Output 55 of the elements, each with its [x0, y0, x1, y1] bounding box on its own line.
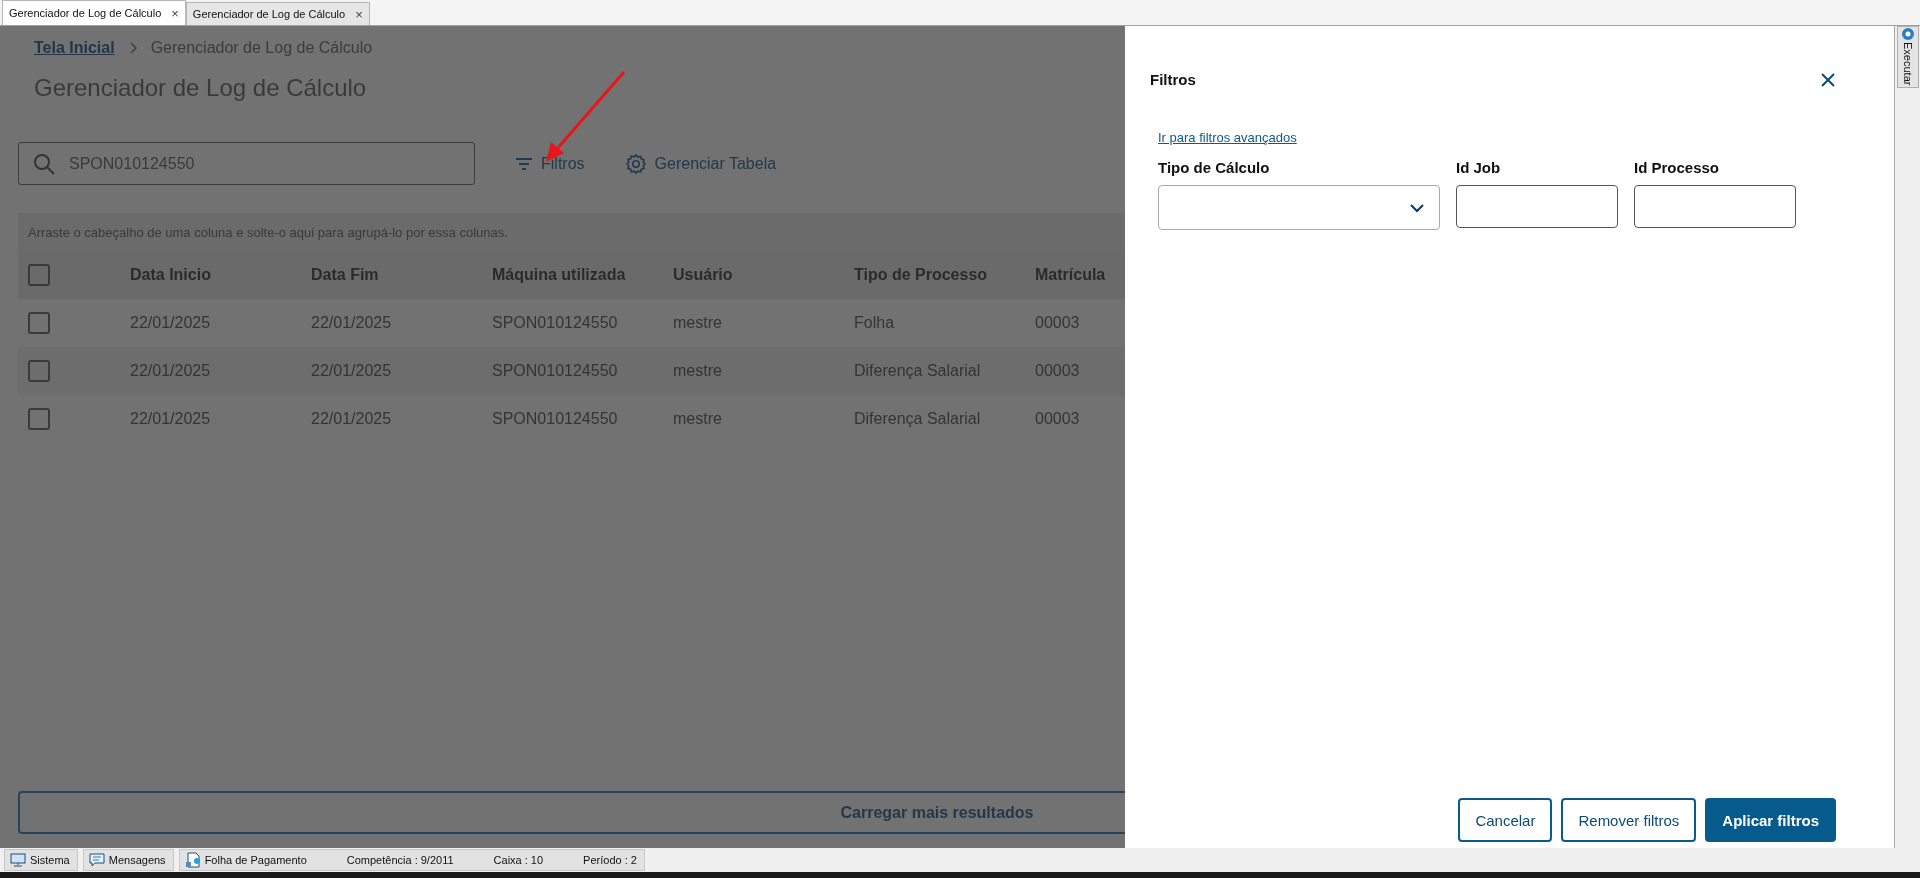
row-checkbox[interactable] — [28, 360, 50, 382]
field-label: Id Job — [1456, 159, 1502, 176]
search-icon — [33, 152, 55, 175]
status-info: Caixa : 10 — [493, 854, 544, 866]
status-info: Período : 2 — [583, 854, 637, 866]
chevron-down-icon — [1409, 202, 1425, 213]
table-cell-text: 22/01/2025 — [311, 410, 393, 428]
status-bar-button[interactable]: Mensagens — [82, 849, 174, 871]
table-cell-text: mestre — [673, 314, 723, 332]
filter-icon — [515, 156, 533, 171]
monitor-icon — [10, 853, 26, 867]
status-info: Competência : 9/2011 — [346, 854, 454, 866]
table-cell-text: SPON010124550 — [492, 362, 619, 380]
apply-button[interactable]: Aplicar filtros — [1705, 798, 1836, 842]
table-cell-text: Diferença Salarial — [854, 362, 982, 380]
close-tab-button[interactable]: × — [171, 5, 179, 21]
field-label: Tipo de Cálculo — [1158, 159, 1271, 176]
select-all-checkbox[interactable] — [28, 264, 50, 286]
chevron-icon — [128, 42, 137, 54]
advanced-filters-link[interactable]: Ir para filtros avançados — [1158, 130, 1297, 145]
secondary-button[interactable]: Cancelar — [1458, 798, 1553, 842]
table-cell-text: Diferença Salarial — [854, 410, 982, 428]
table-cell-text: 22/01/2025 — [311, 362, 393, 380]
status-bar-button[interactable]: Sistema — [4, 849, 78, 871]
document-tab[interactable]: Gerenciador de Log de Cálculo × — [2, 0, 186, 25]
table-cell-text: 22/01/2025 — [311, 314, 393, 332]
message-icon — [88, 853, 105, 867]
close-tab-button[interactable]: × — [355, 6, 363, 22]
input-field[interactable] — [1456, 185, 1618, 228]
table-cell-text: 22/01/2025 — [130, 410, 212, 428]
table-cell-text: Folha — [854, 314, 896, 332]
page-title: Gerenciador de Log de Cálculo — [34, 74, 368, 102]
table-cell-text: mestre — [673, 410, 723, 428]
document-tab[interactable]: Gerenciador de Log de Cálculo × — [185, 2, 370, 25]
gear-icon — [624, 152, 647, 175]
secondary-button[interactable]: Remover filtros — [1561, 798, 1697, 842]
table-cell-text: 22/01/2025 — [130, 314, 212, 332]
document-icon — [184, 852, 201, 868]
status-bar-button[interactable]: Folha de Pagamento — [184, 852, 307, 868]
input-field[interactable] — [1634, 185, 1796, 228]
close-icon[interactable] — [1820, 71, 1836, 88]
table-cell-text: 00003 — [1035, 410, 1081, 428]
dropdown-field[interactable] — [1158, 185, 1440, 230]
ring-icon — [1901, 27, 1915, 41]
table-cell-text: mestre — [673, 362, 723, 380]
row-checkbox[interactable] — [28, 408, 50, 430]
row-checkbox[interactable] — [28, 312, 50, 334]
table-cell-text: 00003 — [1035, 362, 1081, 380]
table-cell-text: SPON010124550 — [492, 410, 619, 428]
table-cell-text: SPON010124550 — [492, 314, 619, 332]
table-cell-text: 22/01/2025 — [130, 362, 212, 380]
table-cell-text: 00003 — [1035, 314, 1081, 332]
panel-title: Filtros — [1150, 71, 1196, 88]
side-tab[interactable]: Executar — [1897, 26, 1919, 88]
field-label: Id Processo — [1634, 159, 1721, 176]
